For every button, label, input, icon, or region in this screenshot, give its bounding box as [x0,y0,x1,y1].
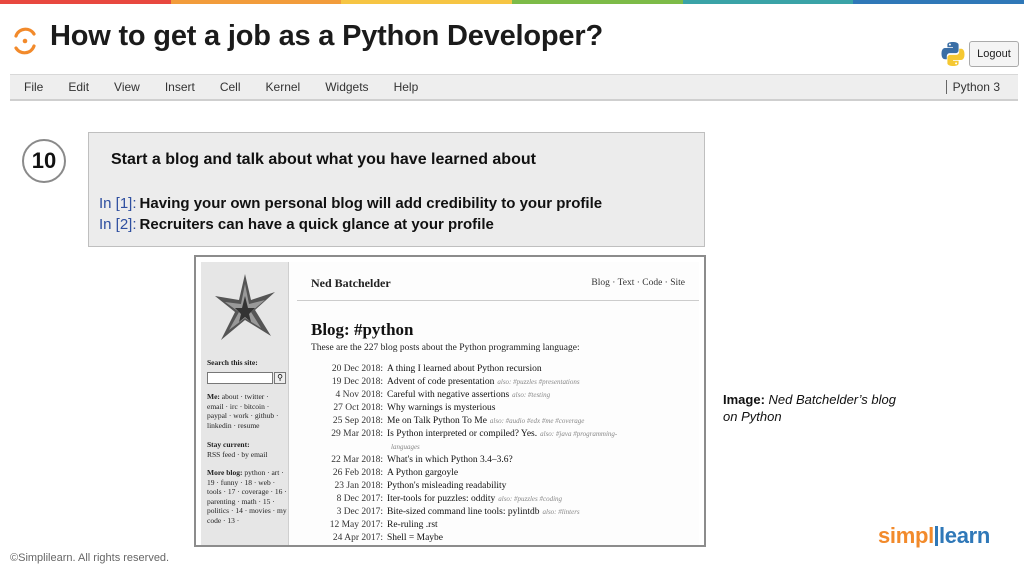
stripe-segment [853,0,1024,4]
blog-nav[interactable]: Blog · Text · Code · Site [591,278,685,288]
notebook-cell: Start a blog and talk about what you hav… [88,132,705,247]
cell-text: Having your own personal blog will add c… [139,195,603,212]
search-icon[interactable]: ⚲ [274,372,286,384]
blog-description: These are the 227 blog posts about the P… [311,343,580,353]
blog-title: Blog: #python [311,320,414,339]
blog-post-item[interactable]: 25 Sep 2018: Me on Talk Python To Me also:… [301,416,585,428]
blog-post-item[interactable]: 23 Jan 2018: Python's misleading readabil… [301,481,509,493]
blog-post-item[interactable]: 20 Dec 2018: A thing I learned about Pyth… [301,364,545,376]
logout-button[interactable]: Logout [969,41,1019,67]
cell-input-row: In [2]: Recruiters can have a quick glanc… [99,216,494,233]
notebook-menubar: File Edit View Insert Cell Kernel Widget… [10,74,1018,101]
simplilearn-logo-icon [14,27,36,55]
menu-cell[interactable]: Cell [220,80,241,94]
blog-post-item[interactable]: 27 Oct 2018: Why warnings is mysterious [301,403,498,415]
stripe-segment [170,0,342,4]
blog-post-item[interactable]: 8 Dec 2017: Iter-tools for puzzles: oddit… [301,494,562,506]
cell-heading: Start a blog and talk about what you hav… [111,151,536,168]
page-title: How to get a job as a Python Developer? [50,20,603,52]
step-number-badge: 10 [22,139,66,183]
blog-post-item[interactable]: 19 Dec 2018: Advent of code presentation a… [301,377,580,389]
simplilearn-brand-logo: simpl learn [878,523,991,548]
top-color-stripe [0,0,1024,4]
sidebar-more-blog: More blog: python · art · 19 · funny · 1… [207,468,287,525]
blog-header-divider [297,300,699,301]
blog-post-item[interactable]: 4 Nov 2018: Careful with negative asserti… [301,390,551,402]
blog-screenshot: Search this site: ⚲ Me: about · twitter … [194,255,706,547]
blog-page: Search this site: ⚲ Me: about · twitter … [201,262,699,545]
cell-prompt: In [1]: [99,195,137,212]
blog-sidebar: Search this site: ⚲ Me: about · twitter … [201,262,289,545]
blog-star-logo-icon [215,274,275,340]
caption-text-line1: Ned Batchelder’s blog [768,392,896,407]
stripe-segment [512,0,683,4]
image-caption: Image: Ned Batchelder’s blog on Python [723,391,896,425]
copyright-text: ©Simplilearn. All rights reserved. [10,552,170,564]
menu-edit[interactable]: Edit [68,80,89,94]
menu-kernel[interactable]: Kernel [266,80,301,94]
blog-post-tag-continuation: languages [391,443,420,451]
sidebar-stay-current: Stay current: RSS feed · by email [207,440,268,459]
sidebar-me: Me: about · twitter · email · irc · bitc… [207,392,279,430]
blog-post-item[interactable]: 3 Dec 2017: Bite-sized command line tools… [301,507,580,519]
sidebar-search-label: Search this site: [207,358,258,367]
cell-prompt: In [2]: [99,216,137,233]
menu-widgets[interactable]: Widgets [325,80,368,94]
menu-view[interactable]: View [114,80,140,94]
stripe-segment [341,0,513,4]
cell-text: Recruiters can have a quick glance at yo… [139,216,494,233]
blog-post-item[interactable]: 24 Apr 2017: Shell = Maybe [301,533,446,545]
kernel-indicator: Python 3 [945,80,1000,94]
blog-post-item[interactable]: 22 Mar 2018: What's in which Python 3.4–3… [301,455,516,467]
stripe-segment [0,0,171,4]
caption-text-line2: on Python [723,409,782,424]
caption-label: Image: [723,392,765,407]
blog-post-item[interactable]: 12 May 2017: Re-ruling .rst [301,520,441,532]
menu-help[interactable]: Help [394,80,419,94]
python-logo-icon [941,42,965,66]
stripe-segment [682,0,854,4]
menu-insert[interactable]: Insert [165,80,195,94]
blog-post-item[interactable]: 29 Mar 2018: Is Python interpreted or com… [301,429,617,441]
cell-input-row: In [1]: Having your own personal blog wil… [99,195,602,212]
blog-search-input[interactable] [207,372,273,384]
blog-post-item[interactable]: 26 Feb 2018: A Python gargoyle [301,468,461,480]
menu-file[interactable]: File [24,80,43,94]
blog-author-name[interactable]: Ned Batchelder [311,276,391,291]
